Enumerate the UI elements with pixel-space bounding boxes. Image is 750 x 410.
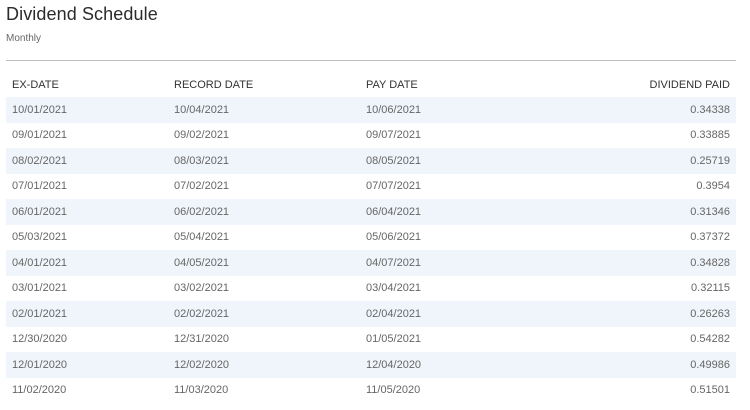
pay-date-cell: 11/05/2020 xyxy=(366,384,421,397)
table-row: 03/01/2021 03/02/2021 03/04/2021 0.32115 xyxy=(6,276,736,302)
pay-date-cell: 09/07/2021 xyxy=(366,129,422,142)
record-date-cell: 09/02/2021 xyxy=(174,129,230,142)
ex-date-cell: 12/01/2020 xyxy=(12,358,68,371)
table-body: 10/01/2021 10/04/2021 10/06/2021 0.34338 09/… xyxy=(6,97,736,403)
table-row: 07/01/2021 07/02/2021 07/07/2021 0.3954 xyxy=(6,174,736,200)
record-date-cell: 12/02/2020 xyxy=(174,358,230,371)
dividend-paid-cell: 0.32115 xyxy=(691,282,730,295)
table-header-row: EX-DATE RECORD DATE PAY DATE DIVIDEND PA… xyxy=(6,73,736,97)
pay-date-cell: 03/04/2021 xyxy=(366,282,422,295)
column-header-ex-date: EX-DATE xyxy=(12,79,59,91)
dividend-paid-cell: 0.51501 xyxy=(690,384,730,397)
table-row: 12/01/2020 12/02/2020 12/04/2020 0.49986 xyxy=(6,352,736,378)
table-header: EX-DATE RECORD DATE PAY DATE DIVIDEND PA… xyxy=(6,73,736,97)
record-date-cell: 03/02/2021 xyxy=(174,282,230,295)
record-date-cell: 10/04/2021 xyxy=(174,103,230,116)
record-date-cell: 12/31/2020 xyxy=(174,333,230,346)
ex-date-cell: 03/01/2021 xyxy=(12,282,68,295)
table-row: 09/01/2021 09/02/2021 09/07/2021 0.33885 xyxy=(6,123,736,149)
ex-date-cell: 09/01/2021 xyxy=(12,129,68,142)
dividend-paid-cell: 0.54282 xyxy=(690,333,730,346)
dividend-paid-cell: 0.31346 xyxy=(690,205,730,218)
column-header-record-date: RECORD DATE xyxy=(174,79,254,91)
pay-date-cell: 07/07/2021 xyxy=(366,180,422,193)
record-date-cell: 04/05/2021 xyxy=(174,256,230,269)
record-date-cell: 07/02/2021 xyxy=(174,180,230,193)
pay-date-cell: 06/04/2021 xyxy=(366,205,422,218)
pay-date-cell: 05/06/2021 xyxy=(366,231,422,244)
record-date-cell: 06/02/2021 xyxy=(174,205,230,218)
table-row: 12/30/2020 12/31/2020 01/05/2021 0.54282 xyxy=(6,327,736,353)
page-title: Dividend Schedule xyxy=(6,4,158,24)
ex-date-cell: 02/01/2021 xyxy=(12,307,68,320)
ex-date-cell: 10/01/2021 xyxy=(12,103,68,116)
header-divider xyxy=(6,60,736,61)
ex-date-cell: 06/01/2021 xyxy=(12,205,68,218)
ex-date-cell: 07/01/2021 xyxy=(12,180,68,193)
ex-date-cell: 05/03/2021 xyxy=(12,231,68,244)
schedule-header: Dividend Schedule Monthly xyxy=(6,3,158,45)
table-row: 06/01/2021 06/02/2021 06/04/2021 0.31346 xyxy=(6,199,736,225)
column-header-dividend-paid: DIVIDEND PAID xyxy=(649,79,730,91)
dividend-paid-cell: 0.25719 xyxy=(690,154,730,167)
dividend-paid-cell: 0.34828 xyxy=(690,256,730,269)
dividend-paid-cell: 0.37372 xyxy=(690,231,730,244)
ex-date-cell: 08/02/2021 xyxy=(12,154,68,167)
table-row: 04/01/2021 04/05/2021 04/07/2021 0.34828 xyxy=(6,250,736,276)
table-row: 08/02/2021 08/03/2021 08/05/2021 0.25719 xyxy=(6,148,736,174)
table-row: 10/01/2021 10/04/2021 10/06/2021 0.34338 xyxy=(6,97,736,123)
dividend-paid-cell: 0.3954 xyxy=(696,180,730,193)
pay-date-cell: 08/05/2021 xyxy=(366,154,422,167)
pay-date-cell: 01/05/2021 xyxy=(366,333,422,346)
column-header-pay-date: PAY DATE xyxy=(366,79,418,91)
ex-date-cell: 12/30/2020 xyxy=(12,333,68,346)
table-row: 05/03/2021 05/04/2021 05/06/2021 0.37372 xyxy=(6,225,736,251)
dividend-paid-cell: 0.26263 xyxy=(690,307,730,320)
dividend-paid-cell: 0.49986 xyxy=(690,358,730,371)
record-date-cell: 02/02/2021 xyxy=(174,307,230,320)
record-date-cell: 11/03/2020 xyxy=(174,384,229,397)
table-row: 02/01/2021 02/02/2021 02/04/2021 0.26263 xyxy=(6,301,736,327)
record-date-cell: 05/04/2021 xyxy=(174,231,230,244)
pay-date-cell: 02/04/2021 xyxy=(366,307,422,320)
dividend-table: EX-DATE RECORD DATE PAY DATE DIVIDEND PA… xyxy=(6,73,736,403)
pay-date-cell: 10/06/2021 xyxy=(366,103,422,116)
pay-date-cell: 12/04/2020 xyxy=(366,358,422,371)
frequency-label: Monthly xyxy=(6,33,42,44)
table-row: 11/02/2020 11/03/2020 11/05/2020 0.51501 xyxy=(6,378,736,404)
pay-date-cell: 04/07/2021 xyxy=(366,256,422,269)
dividend-paid-cell: 0.34338 xyxy=(690,103,730,116)
ex-date-cell: 11/02/2020 xyxy=(12,384,67,397)
dividend-paid-cell: 0.33885 xyxy=(690,129,730,142)
record-date-cell: 08/03/2021 xyxy=(174,154,230,167)
ex-date-cell: 04/01/2021 xyxy=(12,256,68,269)
